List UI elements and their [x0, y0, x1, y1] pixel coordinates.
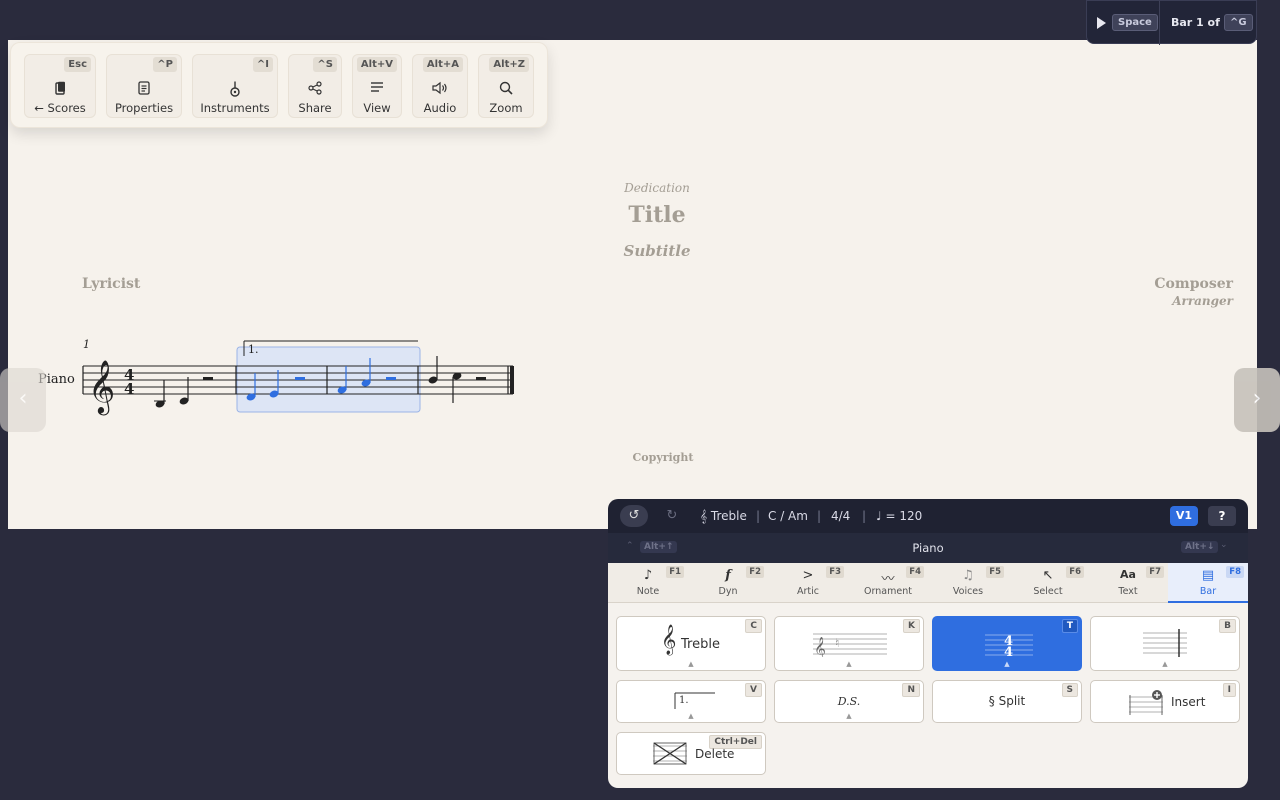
measure-1[interactable] [154, 377, 213, 409]
tab-label: Text [1118, 586, 1138, 597]
play-shortcut: Space [1112, 14, 1158, 31]
next-page-button[interactable]: › [1234, 368, 1280, 432]
volta-label: 1. [248, 343, 259, 356]
insert-label: Insert [1171, 695, 1206, 709]
status-key[interactable]: C / Am [768, 509, 808, 523]
barline-tool[interactable]: B ▲ [1090, 616, 1240, 671]
chevron-down-icon[interactable]: ⌄ [1220, 540, 1228, 550]
copyright-text[interactable]: Copyright [583, 451, 743, 464]
time-sig-shortcut: T [1061, 619, 1078, 633]
dropdown-icon[interactable]: ▲ [617, 660, 765, 668]
tab-note[interactable]: ♪ Note F1 [608, 563, 688, 603]
insert-shortcut: I [1222, 683, 1236, 697]
tab-label: Select [1033, 586, 1063, 597]
composer-text[interactable]: Composer [1033, 276, 1233, 292]
chevron-right-icon: › [1252, 386, 1262, 411]
instrument-name: Piano [912, 541, 944, 555]
tab-shortcut: F8 [1226, 566, 1244, 578]
tab-shortcut: F1 [666, 566, 684, 578]
tab-label: Ornament [864, 586, 912, 597]
redo-icon: ↻ [666, 508, 678, 523]
tab-label: Note [636, 586, 660, 597]
playback-controls: Space Bar 1 of 4 ^G [1086, 0, 1257, 45]
key-sig-shortcut: K [903, 619, 920, 633]
svg-text:4: 4 [1004, 645, 1013, 659]
tab-shortcut: F3 [826, 566, 844, 578]
tab-articulation[interactable]: > Artic F3 [768, 563, 848, 603]
tool-tabs: ♪ Note F1 f Dyn F2 > Artic F3 〰 Ornament… [608, 563, 1248, 603]
clef-shortcut: C [745, 619, 762, 633]
tab-text[interactable]: Aa Text F7 [1088, 563, 1168, 603]
next-instrument-shortcut: Alt+↓ [1181, 541, 1219, 553]
goto-bar-shortcut: ^G [1224, 14, 1253, 31]
repeat-tool[interactable]: N D.S. ▲ [774, 680, 924, 723]
tab-label: Voices [952, 586, 984, 597]
status-separator: | [862, 509, 867, 523]
help-button[interactable]: ? [1208, 506, 1236, 526]
tab-voices[interactable]: ♫ Voices F5 [928, 563, 1008, 603]
svg-text:𝄞: 𝄞 [814, 636, 826, 657]
tab-bar[interactable]: ▤ Bar F8 [1168, 563, 1248, 603]
time-sig-denominator: 4 [124, 380, 134, 398]
dropdown-icon[interactable]: ▲ [933, 660, 1081, 668]
tab-shortcut: F6 [1066, 566, 1084, 578]
status-separator: | [756, 509, 761, 523]
final-barline [510, 366, 514, 394]
volta-label: 1. [679, 695, 689, 706]
status-tempo[interactable]: ♩ = 120 [876, 509, 922, 523]
barline-icon [1143, 629, 1187, 657]
play-icon[interactable] [1097, 17, 1106, 29]
key-signature-tool[interactable]: K 𝄞 ♮ ▲ [774, 616, 924, 671]
dropdown-icon[interactable]: ▲ [617, 712, 765, 720]
dropdown-icon[interactable]: ▲ [1091, 660, 1239, 668]
status-separator: | [817, 509, 822, 523]
chevron-left-icon: ‹ [18, 386, 28, 411]
split-label: § Split [988, 694, 1026, 708]
treble-clef-icon: 𝄞 [88, 359, 115, 415]
barline-shortcut: B [1219, 619, 1236, 633]
volta-tool[interactable]: V 1. ▲ [616, 680, 766, 723]
voice-badge[interactable]: V1 [1170, 506, 1198, 526]
volta-shortcut: V [745, 683, 762, 697]
tab-label: Dyn [718, 586, 738, 597]
redo-button[interactable]: ↻ [658, 505, 686, 527]
insert-bar-icon [1129, 690, 1163, 715]
delete-bar-icon [653, 742, 687, 765]
edit-panel: ↺ ↻ 𝄞 Treble | C / Am | 4/4 | ♩ = 120 V1… [608, 499, 1248, 788]
treble-clef-icon: 𝄞 [661, 625, 677, 655]
tab-label: Bar [1199, 586, 1217, 597]
tab-label: Artic [797, 586, 819, 597]
dropdown-icon[interactable]: ▲ [775, 660, 923, 668]
undo-icon: ↺ [628, 508, 640, 523]
bar-indicator[interactable]: Bar 1 of 4 [1171, 16, 1231, 29]
dropdown-icon[interactable]: ▲ [775, 712, 923, 720]
divider [1159, 1, 1160, 45]
split-tool[interactable]: S § Split [932, 680, 1082, 723]
status-clef[interactable]: 𝄞 Treble [700, 509, 747, 524]
prev-page-button[interactable]: ‹ [0, 368, 46, 432]
tab-dynamics[interactable]: f Dyn F2 [688, 563, 768, 603]
tab-shortcut: F2 [746, 566, 764, 578]
tab-select[interactable]: ↖ Select F6 [1008, 563, 1088, 603]
clef-label: Treble [681, 637, 720, 652]
staff-system[interactable]: 𝄞 4 4 [0, 0, 600, 440]
time-signature-tool[interactable]: T 4 4 ▲ [932, 616, 1082, 671]
time-signature-icon: 4 4 [985, 634, 1033, 659]
repeat-label: D.S. [837, 695, 861, 708]
status-time[interactable]: 4/4 [831, 509, 850, 523]
instrument-selector: ⌃ Alt+↑ Piano Alt+↓ ⌄ [608, 533, 1248, 563]
svg-text:♮: ♮ [835, 636, 839, 650]
key-signature-icon: 𝄞 ♮ [813, 633, 887, 657]
delete-bar-tool[interactable]: Ctrl+Del Delete [616, 732, 766, 775]
clef-tool[interactable]: C 𝄞 Treble ▲ [616, 616, 766, 671]
insert-tool[interactable]: I Insert [1090, 680, 1240, 723]
tab-shortcut: F7 [1146, 566, 1164, 578]
arranger-text[interactable]: Arranger [1033, 294, 1233, 308]
delete-label: Delete [695, 747, 735, 761]
undo-button[interactable]: ↺ [620, 505, 648, 527]
tab-ornament[interactable]: 〰 Ornament F4 [848, 563, 928, 603]
tab-shortcut: F5 [986, 566, 1004, 578]
panel-status-bar: ↺ ↻ 𝄞 Treble | C / Am | 4/4 | ♩ = 120 V1… [608, 499, 1248, 533]
tab-shortcut: F4 [906, 566, 924, 578]
